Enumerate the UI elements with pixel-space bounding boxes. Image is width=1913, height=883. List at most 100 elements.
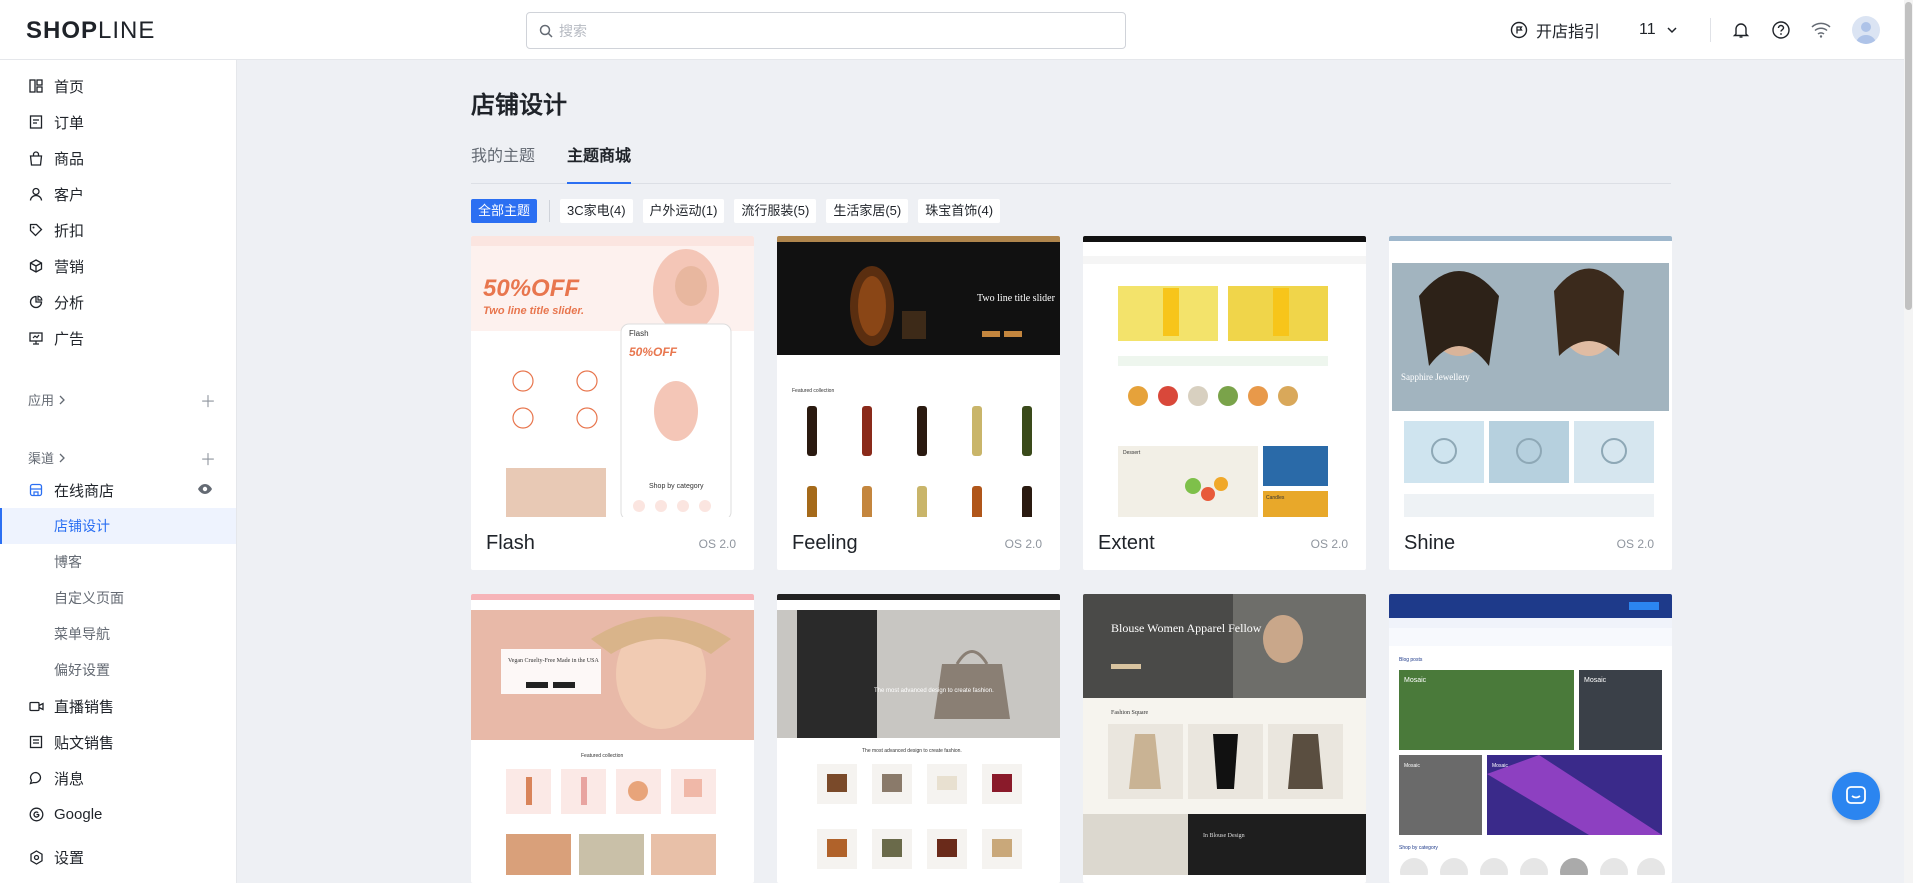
preview-text: The most advanced design to create fashi…: [862, 748, 962, 754]
sidebar-item-settings[interactable]: 设置: [0, 839, 236, 875]
search-input[interactable]: [559, 19, 1109, 43]
theme-name: Feeling: [792, 532, 858, 554]
theme-card-extent[interactable]: Dessert Candles Extent OS 2.0: [1083, 236, 1366, 570]
theme-version: OS 2.0: [698, 536, 736, 551]
sidebar-item-live-sales[interactable]: 直播销售: [0, 688, 236, 724]
preview-text: In Blouse Design: [1203, 833, 1245, 839]
sidebar-sub-menu-nav[interactable]: 菜单导航: [0, 616, 236, 652]
channels-section[interactable]: 渠道: [28, 448, 66, 467]
theme-card-7[interactable]: Blouse Women Apparel Fellow Fashion Squa…: [1083, 594, 1366, 883]
chevron-down-icon: [1667, 27, 1677, 34]
sidebar-item-label: 广告: [54, 330, 85, 348]
sidebar-item-label: 贴文销售: [54, 734, 115, 752]
preview-text: Mosaic: [1404, 763, 1420, 769]
search-box[interactable]: [526, 12, 1126, 49]
chat-icon: [1846, 786, 1866, 804]
theme-card-flash[interactable]: 50%OFF Two line title slider. Flash 50%O…: [471, 236, 754, 570]
filter-jewelry[interactable]: 珠宝首饰(4): [918, 199, 1001, 223]
gear-icon: [28, 849, 44, 865]
theme-card-5[interactable]: Vegan Cruelty-Free Made in the USA Featu…: [471, 594, 754, 883]
sidebar-item-post-sales[interactable]: 贴文销售: [0, 724, 236, 760]
preview-text: Sapphire Jewellery: [1401, 372, 1470, 382]
chat-button[interactable]: [1832, 772, 1880, 820]
theme-card-shine[interactable]: Sapphire Jewellery Shine OS 2.0: [1389, 236, 1672, 570]
bell-icon[interactable]: [1729, 18, 1753, 42]
chart-icon: [28, 294, 44, 310]
avatar[interactable]: [1852, 16, 1880, 44]
help-icon[interactable]: [1769, 18, 1793, 42]
sidebar-sub-preferences[interactable]: 偏好设置: [0, 652, 236, 688]
filter-fashion[interactable]: 流行服装(5): [734, 199, 817, 223]
sidebar-item-analytics[interactable]: 分析: [0, 284, 236, 320]
eye-icon[interactable]: [197, 482, 213, 498]
bag-icon: [28, 150, 44, 166]
tab-theme-store[interactable]: 主题商城: [567, 142, 631, 184]
sidebar-item-ads[interactable]: 广告: [0, 320, 236, 356]
sidebar-item-label: 商品: [54, 150, 85, 168]
tab-my-themes[interactable]: 我的主题: [471, 142, 535, 184]
sidebar-item-label: 分析: [54, 294, 85, 312]
filter-all[interactable]: 全部主题: [471, 199, 538, 223]
theme-card-6[interactable]: The most advanced design to create fashi…: [777, 594, 1060, 883]
sidebar-item-label: 设置: [54, 849, 85, 867]
sidebar-sub-custom-pages[interactable]: 自定义页面: [0, 580, 236, 616]
flag-icon: [1510, 21, 1528, 39]
store-icon: [28, 482, 44, 498]
channels-label: 渠道: [28, 451, 55, 466]
theme-preview: Blouse Women Apparel Fellow Fashion Squa…: [1083, 594, 1366, 875]
theme-card-feeling[interactable]: Two line title slider Featured collectio…: [777, 236, 1060, 570]
sidebar-item-label: 在线商店: [54, 482, 115, 500]
theme-preview: 50%OFF Two line title slider. Flash 50%O…: [471, 236, 754, 517]
filter-3c[interactable]: 3C家电(4): [560, 199, 633, 223]
sidebar-item-label: 客户: [54, 186, 85, 204]
preview-text: Two line title slider.: [483, 305, 584, 317]
sidebar-item-label: 直播销售: [54, 698, 115, 716]
sidebar-item-label: 营销: [54, 258, 85, 276]
preview-text: Featured collection: [581, 753, 623, 759]
theme-preview: Sapphire Jewellery: [1389, 236, 1672, 517]
sidebar-sub-store-design[interactable]: 店铺设计: [0, 508, 236, 544]
store-guide-button[interactable]: 开店指引: [1510, 18, 1600, 42]
sidebar-sub-blog[interactable]: 博客: [0, 544, 236, 580]
add-channel-icon[interactable]: ＋: [200, 446, 216, 470]
theme-meta: Flash OS 2.0: [471, 517, 754, 570]
filter-divider: [549, 200, 551, 222]
sidebar-item-products[interactable]: 商品: [0, 140, 236, 176]
chevron-right-icon: [59, 395, 65, 404]
theme-name: Flash: [486, 532, 535, 554]
preview-text: 50%OFF: [629, 345, 678, 359]
top-bar: SHOPLINE 开店指引 11: [0, 0, 1904, 60]
sidebar-item-marketing[interactable]: 营销: [0, 248, 236, 284]
search-icon: [539, 24, 553, 38]
apps-section[interactable]: 应用: [28, 390, 66, 409]
sidebar-sub-label: 偏好设置: [54, 662, 110, 678]
preview-text: 50%OFF: [483, 275, 580, 302]
sidebar-item-orders[interactable]: 订单: [0, 104, 236, 140]
chevron-right-icon: [59, 453, 65, 462]
order-icon: [28, 114, 44, 130]
shopline-logo[interactable]: SHOPLINE: [26, 17, 155, 45]
filter-home[interactable]: 生活家居(5): [826, 199, 909, 223]
sidebar-item-google[interactable]: Google: [0, 796, 236, 832]
guide-label: 开店指引: [1536, 24, 1601, 41]
filter-outdoor[interactable]: 户外运动(1): [642, 199, 725, 223]
page-title: 店铺设计: [471, 92, 567, 119]
sidebar-item-messages[interactable]: 消息: [0, 760, 236, 796]
sidebar-sub-label: 自定义页面: [54, 590, 124, 606]
page-scrollbar[interactable]: [1904, 0, 1913, 883]
theme-card-8[interactable]: Blog posts Mosaic Mosaic Mosaic Mosaic S…: [1389, 594, 1672, 883]
theme-preview: The most advanced design to create fashi…: [777, 594, 1060, 875]
preview-text: Shop by category: [1399, 845, 1438, 851]
sidebar-sub-label: 菜单导航: [54, 626, 110, 642]
add-app-icon[interactable]: ＋: [200, 388, 216, 412]
sidebar-item-customers[interactable]: 客户: [0, 176, 236, 212]
message-icon: [28, 770, 44, 786]
preview-text: Blouse Women Apparel Fellow: [1111, 621, 1262, 635]
sidebar-item-home[interactable]: 首页: [0, 68, 236, 104]
store-selector[interactable]: 11: [1639, 18, 1678, 42]
sidebar-item-discounts[interactable]: 折扣: [0, 212, 236, 248]
preview-text: Mosaic: [1492, 763, 1508, 769]
wifi-icon[interactable]: [1809, 18, 1833, 42]
sidebar-item-label: 订单: [54, 114, 85, 132]
scroll-thumb[interactable]: [1905, 2, 1912, 310]
